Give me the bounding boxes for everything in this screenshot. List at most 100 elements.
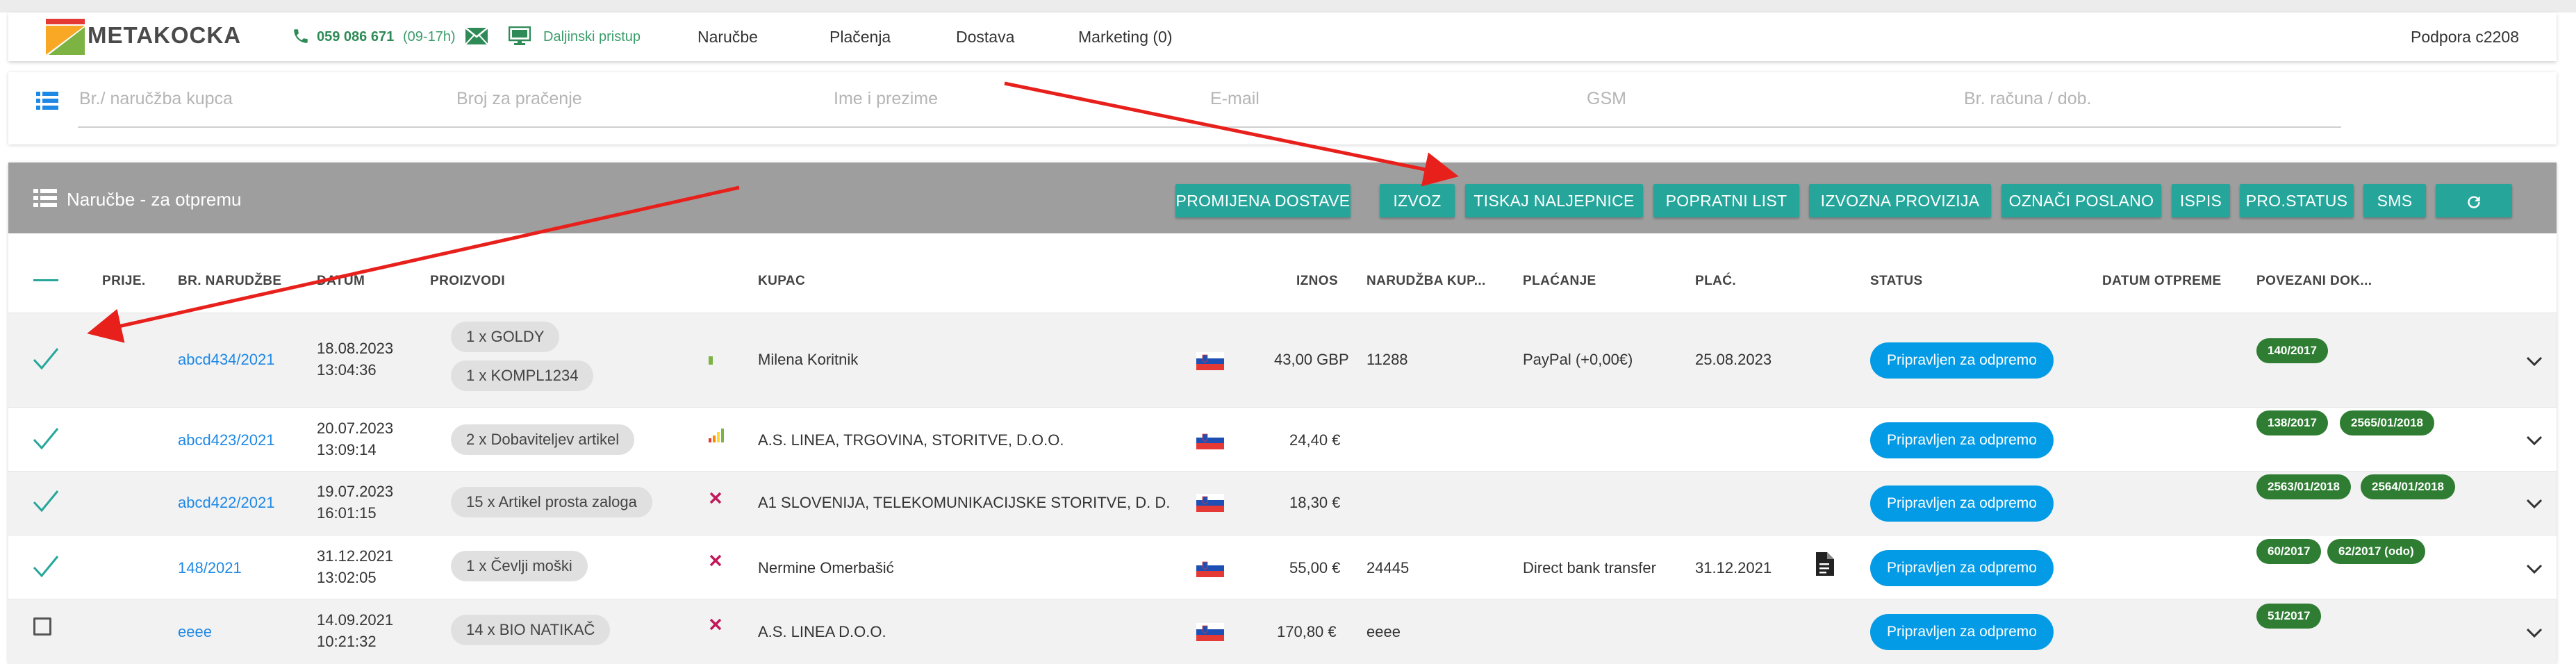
col-amount[interactable]: IZNOS (1296, 274, 1338, 289)
sms-button[interactable]: SMS (2363, 184, 2426, 217)
check-icon[interactable] (32, 426, 60, 451)
linked-doc-badge[interactable]: 138/2017 (2256, 410, 2328, 435)
table-row[interactable]: abcd434/2021 18.08.2023 13:04:36 1 x GOL… (8, 313, 2557, 408)
payment-method: PayPal (+0,00€) (1523, 351, 1633, 368)
refresh-button[interactable] (2436, 184, 2512, 217)
nav-orders[interactable]: Naručbe (697, 28, 758, 47)
chevron-down-icon[interactable] (2526, 435, 2543, 446)
table-row[interactable]: abcd422/2021 19.07.2023 16:01:15 15 x Ar… (8, 471, 2557, 536)
chevron-down-icon[interactable] (2526, 563, 2543, 574)
order-date: 20.07.2023 (317, 420, 394, 437)
product-chip[interactable]: 1 x Čevlji moški (451, 551, 588, 581)
customer-name: Milena Koritnik (758, 351, 859, 368)
customer-name: A1 SLOVENIJA, TELEKOMUNIKACIJSKE STORITV… (758, 494, 1171, 511)
remote-access-link[interactable]: Daljinski pristup (543, 29, 641, 45)
order-number-link[interactable]: abcd434/2021 (178, 351, 274, 369)
table-row[interactable]: eeee 14.09.2021 10:21:32 14 x BIO NATIKA… (8, 599, 2557, 664)
status-badge[interactable]: Pripravljen za odpremo (1870, 614, 2054, 650)
search-tracking-field[interactable]: Broj za pračenje (456, 89, 582, 109)
export-commission-button[interactable]: IZVOZNA PROVIZIJA (1809, 184, 1991, 217)
nav-delivery[interactable]: Dostava (956, 28, 1014, 47)
packing-slip-button[interactable]: POPRATNI LIST (1653, 184, 1799, 217)
metakocka-logo-icon[interactable] (44, 17, 86, 56)
table-row[interactable]: 148/2021 31.12.2021 13:02:05 1 x Čevlji … (8, 535, 2557, 599)
status-badge[interactable]: Pripravljen za odpremo (1870, 342, 2054, 379)
order-number-link[interactable]: 148/2021 (178, 559, 242, 577)
customer-order-number: eeee (1367, 623, 1401, 640)
order-number-link[interactable]: eeee (178, 623, 212, 641)
export-button[interactable]: IZVOZ (1380, 184, 1455, 217)
monitor-icon[interactable] (509, 26, 531, 46)
orders-card: Naručbe - za otpremu PROMIJENA DOSTAVE I… (8, 163, 2557, 664)
linked-doc-badge[interactable]: 2565/01/2018 (2340, 410, 2434, 435)
search-invoice-field[interactable]: Br. računa / dob. (1964, 89, 2091, 109)
search-customer-order-field[interactable]: Br./ naručžba kupca (79, 89, 233, 109)
table-row[interactable]: abcd423/2021 20.07.2023 13:09:14 2 x Dob… (8, 407, 2557, 472)
linked-doc-badge[interactable]: 62/2017 (odo) (2327, 539, 2425, 564)
search-name-field[interactable]: Ime i prezime (834, 89, 938, 109)
paid-date: 31.12.2021 (1695, 559, 1772, 576)
linked-doc-badge[interactable]: 140/2017 (2256, 338, 2328, 363)
linked-doc-badge[interactable]: 2564/01/2018 (2361, 474, 2455, 499)
col-prije[interactable]: PRIJE. (102, 274, 146, 289)
search-gsm-field[interactable]: GSM (1587, 89, 1626, 109)
linked-doc-badge[interactable]: 60/2017 (2256, 539, 2322, 564)
col-shipping-date[interactable]: DATUM OTPREME (2102, 274, 2222, 289)
phone-icon (294, 29, 308, 43)
slovenia-flag-icon (1196, 494, 1224, 512)
document-icon[interactable] (1815, 552, 1834, 576)
support-link[interactable]: Podpora c2208 (2411, 28, 2519, 47)
col-products[interactable]: PROIZVODI (430, 274, 505, 289)
nav-payments[interactable]: Plačenja (829, 28, 891, 47)
status-badge[interactable]: Pripravljen za odpremo (1870, 550, 2054, 586)
search-email-field[interactable]: E-mail (1210, 89, 1260, 109)
product-chip[interactable]: 15 x Artikel prosta zaloga (451, 487, 652, 517)
mail-icon[interactable] (465, 28, 488, 44)
order-amount: 18,30 € (1289, 494, 1341, 511)
order-number-link[interactable]: abcd423/2021 (178, 431, 274, 449)
order-amount: 24,40 € (1289, 431, 1341, 449)
order-number-link[interactable]: abcd422/2021 (178, 494, 274, 512)
list-icon (33, 189, 57, 207)
nav-marketing[interactable]: Marketing (0) (1078, 28, 1172, 47)
col-date[interactable]: DATUM (317, 274, 365, 289)
phone-number[interactable]: 059 086 671 (317, 29, 394, 45)
col-order-number[interactable]: BR. NARUDŽBE (178, 274, 281, 289)
col-customer-order[interactable]: NARUDŽBA KUP... (1367, 274, 1486, 289)
product-chip[interactable]: 14 x BIO NATIKAČ (451, 615, 611, 645)
print-labels-button[interactable]: TISKAJ NALJEPNICE (1465, 184, 1643, 217)
pro-status-button[interactable]: PRO.STATUS (2240, 184, 2354, 217)
browser-top-strip (0, 0, 2576, 13)
check-icon[interactable] (32, 554, 60, 579)
check-icon[interactable] (32, 488, 60, 513)
col-customer[interactable]: KUPAC (758, 274, 805, 289)
orders-title: Naručbe - za otpremu (67, 189, 242, 210)
search-panel: Br./ naručžba kupca Broj za pračenje Ime… (8, 72, 2557, 144)
product-chip[interactable]: 1 x KOMPL1234 (451, 360, 594, 391)
linked-doc-badge[interactable]: 51/2017 (2256, 604, 2322, 629)
col-payment[interactable]: PLAĆANJE (1523, 274, 1596, 289)
status-badge[interactable]: Pripravljen za odpremo (1870, 485, 2054, 522)
row-checkbox[interactable] (33, 617, 51, 636)
col-status[interactable]: STATUS (1870, 274, 1923, 289)
brand-name[interactable]: METAKOCKA (88, 22, 241, 49)
product-chip[interactable]: 1 x GOLDY (451, 322, 560, 352)
chevron-down-icon[interactable] (2526, 627, 2543, 638)
print-button[interactable]: ISPIS (2172, 184, 2230, 217)
chevron-down-icon[interactable] (2526, 356, 2543, 367)
product-chip[interactable]: 2 x Dobaviteljev artikel (451, 424, 635, 455)
change-delivery-button[interactable]: PROMIJENA DOSTAVE (1175, 184, 1351, 217)
col-linked-docs[interactable]: POVEZANI DOK... (2256, 274, 2372, 289)
check-icon[interactable] (32, 346, 60, 371)
select-all-toggle[interactable] (33, 279, 58, 281)
col-paid-date[interactable]: PLAĆ. (1695, 274, 1736, 289)
chevron-down-icon[interactable] (2526, 498, 2543, 509)
x-icon (709, 618, 722, 631)
status-badge[interactable]: Pripravljen za odpremo (1870, 422, 2054, 458)
phone-hours: (09-17h) (403, 29, 456, 44)
mark-sent-button[interactable]: OZNAČI POSLANO (2001, 184, 2161, 217)
list-icon[interactable] (36, 92, 58, 110)
search-underline (78, 126, 2341, 128)
x-icon (709, 554, 722, 567)
linked-doc-badge[interactable]: 2563/01/2018 (2256, 474, 2351, 499)
